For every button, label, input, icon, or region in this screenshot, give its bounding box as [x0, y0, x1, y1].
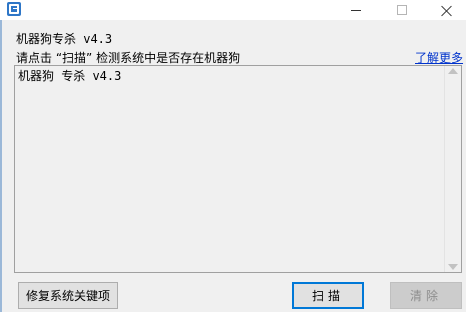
shield-app-icon — [6, 1, 22, 17]
maximize-button[interactable] — [380, 0, 424, 20]
minimize-button[interactable] — [334, 0, 378, 20]
scroll-down-icon[interactable] — [448, 264, 458, 270]
instruction-text: 请点击 “扫描” 检测系统中是否存在机器狗 — [16, 51, 241, 65]
close-button[interactable] — [424, 0, 466, 20]
vertical-scrollbar[interactable] — [444, 66, 461, 272]
maximize-icon — [397, 5, 407, 15]
output-text: 机器狗 专杀 v4.3 — [18, 69, 122, 83]
scan-button[interactable]: 扫描 — [292, 282, 364, 309]
repair-system-button[interactable]: 修复系统关键项 — [18, 282, 118, 309]
app-subtitle: 机器狗专杀 v4.3 — [16, 32, 113, 46]
title-bar[interactable] — [0, 0, 466, 20]
output-textarea[interactable]: 机器狗 专杀 v4.3 — [14, 65, 462, 273]
client-area: 机器狗专杀 v4.3 请点击 “扫描” 检测系统中是否存在机器狗 了解更多 机器… — [2, 20, 466, 312]
learn-more-link[interactable]: 了解更多 — [415, 49, 463, 66]
app-window: 机器狗专杀 v4.3 请点击 “扫描” 检测系统中是否存在机器狗 了解更多 机器… — [0, 0, 466, 312]
clear-button[interactable]: 清除 — [390, 282, 462, 309]
minimize-icon — [351, 9, 361, 11]
close-icon — [441, 5, 452, 16]
scroll-up-icon[interactable] — [448, 68, 458, 74]
